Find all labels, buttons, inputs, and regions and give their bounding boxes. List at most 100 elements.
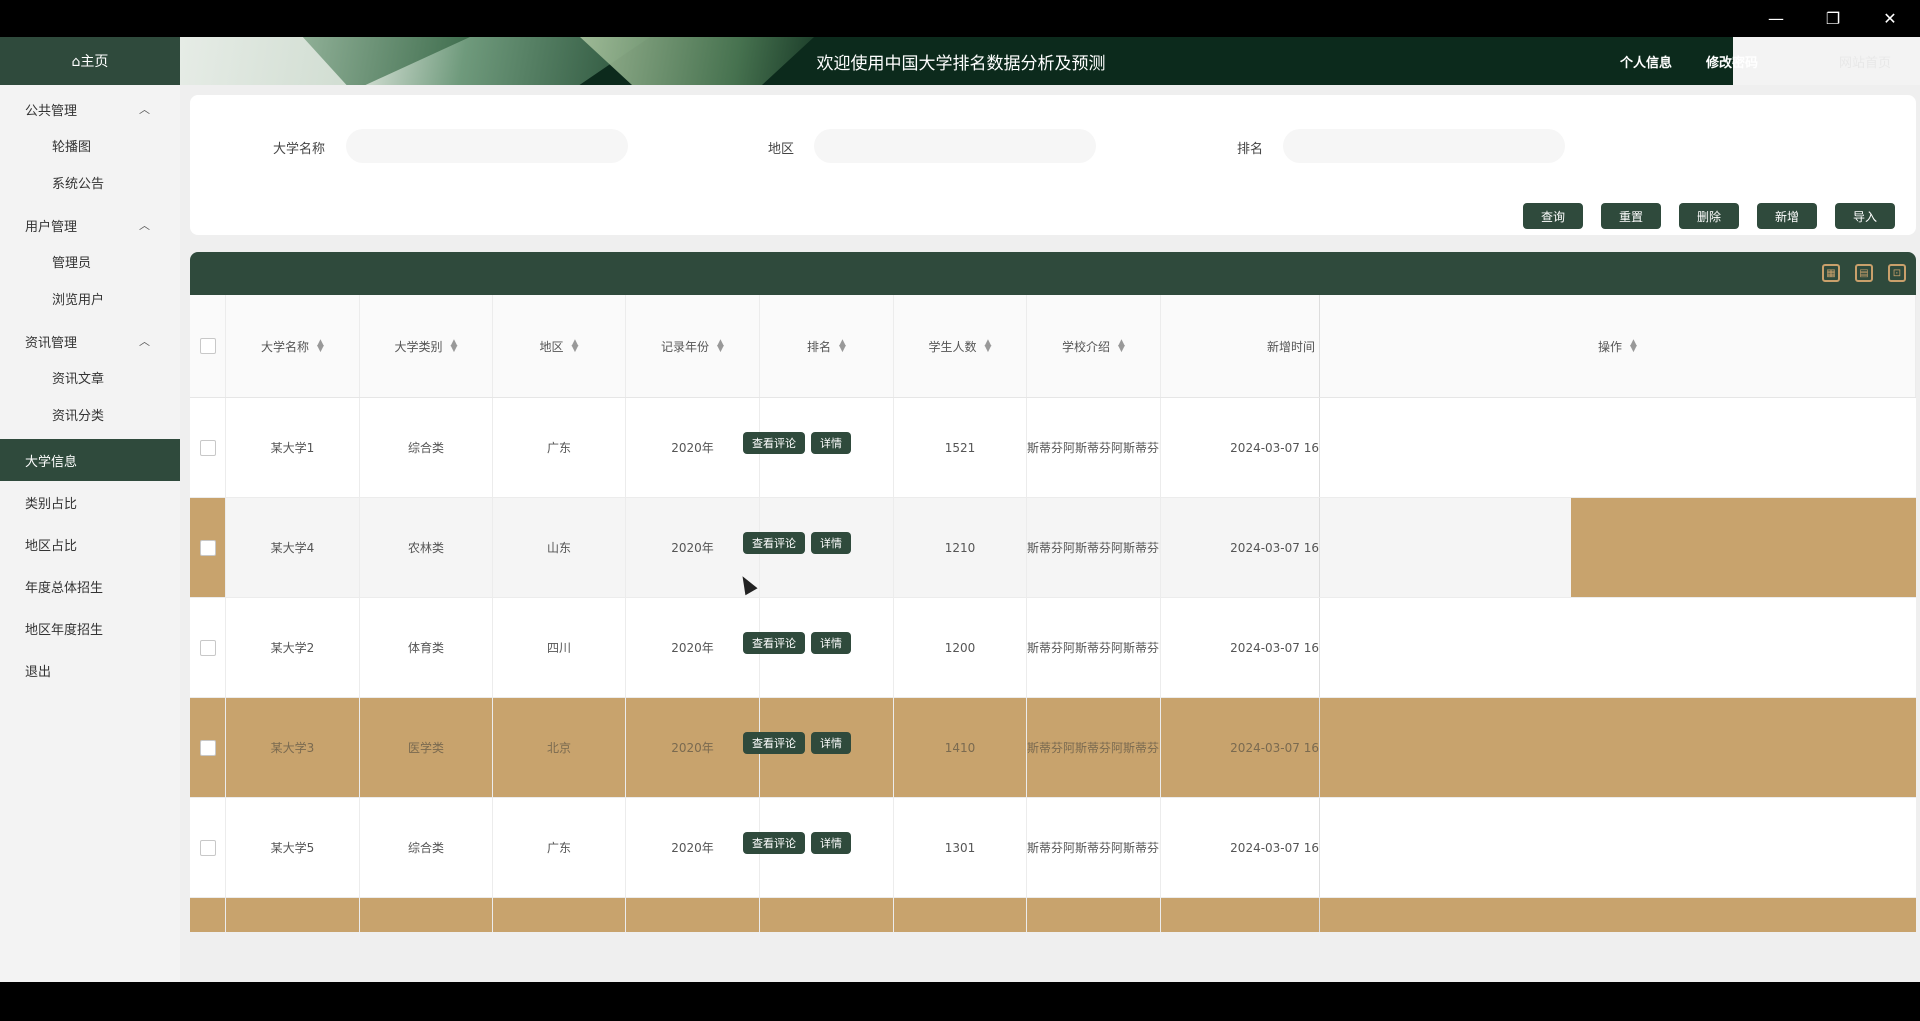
sidebar-subitem[interactable]: 浏览用户 xyxy=(0,280,180,317)
table-cell: 1210 xyxy=(894,498,1027,597)
row-checkbox[interactable] xyxy=(199,739,216,756)
region-input[interactable] xyxy=(814,129,1096,163)
view-comments-button[interactable]: 查看评论 xyxy=(743,432,805,454)
app-root: ⌂主页 公共管理 ︿ 轮播图 系统公告用户管理 ︿ 管理员 浏览用户资讯管理 ︿ 资讯文章 资讯分… xyxy=(0,37,1920,982)
row-actions xyxy=(1320,398,1916,497)
table-cell: 斯蒂芬阿斯蒂芬阿斯蒂芬阿发生的 xyxy=(1027,498,1161,597)
table-cell xyxy=(226,898,360,932)
table-cell: 四川 xyxy=(493,598,626,697)
column-header-label: 记录年份 xyxy=(661,339,710,354)
details-button[interactable]: 详情 xyxy=(811,632,851,654)
chevron-up-icon[interactable]: ︿ xyxy=(139,217,150,233)
column-header[interactable]: 大学类别 ▲ ▼ xyxy=(360,295,493,397)
row-actions xyxy=(1320,598,1916,697)
view-comments-button[interactable]: 查看评论 xyxy=(743,832,805,854)
query-button[interactable]: 查询 xyxy=(1523,203,1583,229)
column-header[interactable]: 地区 ▲ ▼ xyxy=(493,295,626,397)
sidebar-subitem[interactable]: 资讯分类 xyxy=(0,396,180,433)
sidebar-group-0[interactable]: 公共管理 ︿ xyxy=(0,91,180,127)
table-cell: 某大学5 xyxy=(226,798,360,897)
table-header: 大学名称 ▲ ▼ 大学类别 ▲ ▼ 地区 ▲ ▼ 记录年份 ▲ ▼ 排名 ▲ ▼ 学生人数 ▲ ▼ 学校介绍 ▲ ▼ 新增… xyxy=(190,295,1916,398)
row-actions xyxy=(1320,798,1916,897)
sidebar-group-label: 用户管理 xyxy=(25,219,78,235)
row-checkbox[interactable] xyxy=(199,539,216,556)
column-header[interactable]: 学生人数 ▲ ▼ xyxy=(894,295,1027,397)
table-cell xyxy=(760,898,894,932)
table-cell: 某大学4 xyxy=(226,498,360,597)
sidebar-item[interactable]: 退出 xyxy=(0,649,180,691)
university-name-input[interactable] xyxy=(346,129,628,163)
sidebar-item[interactable]: 地区年度招生 xyxy=(0,607,180,649)
table-row[interactable]: 某大学4农林类山东2020年41210斯蒂芬阿斯蒂芬阿斯蒂芬阿发生的2024-0… xyxy=(190,498,1916,598)
details-button[interactable]: 详情 xyxy=(811,532,851,554)
view-comments-button[interactable]: 查看评论 xyxy=(743,632,805,654)
print-icon[interactable]: ▤ xyxy=(1855,264,1873,282)
column-header[interactable]: 排名 ▲ ▼ xyxy=(760,295,894,397)
sidebar-subitem[interactable]: 管理员 xyxy=(0,243,180,280)
table-cell: 综合类 xyxy=(360,798,493,897)
table-row[interactable]: 某大学2体育类四川2020年21200斯蒂芬阿斯蒂芬阿斯蒂芬阿发生的2024-0… xyxy=(190,598,1916,698)
sidebar-subitem[interactable]: 系统公告 xyxy=(0,164,180,201)
details-button[interactable]: 详情 xyxy=(811,832,851,854)
sidebar-home[interactable]: ⌂主页 xyxy=(0,37,180,85)
import-button[interactable]: 导入 xyxy=(1835,203,1895,229)
row-checkbox[interactable] xyxy=(199,439,216,456)
sort-icon[interactable]: ▲ ▼ xyxy=(317,339,324,354)
minimize-icon[interactable]: — xyxy=(1748,0,1804,37)
table-row[interactable]: 某大学3医学类北京2020年31410斯蒂芬阿斯蒂芬阿斯蒂芬阿发生的2024-0… xyxy=(190,698,1916,798)
table-cell: 斯蒂芬阿斯蒂芬阿斯蒂芬阿发生的 xyxy=(1027,698,1161,797)
table-row[interactable] xyxy=(190,898,1916,932)
column-header[interactable]: 操作 ▲ ▼ xyxy=(1320,295,1916,397)
details-button[interactable]: 详情 xyxy=(811,432,851,454)
column-header[interactable]: 学校介绍 ▲ ▼ xyxy=(1027,295,1161,397)
select-all-checkbox[interactable] xyxy=(199,338,216,354)
table-toolbar: ▦ ▤ ⊡ xyxy=(190,252,1916,295)
change-password-link[interactable]: 修改密码 xyxy=(1706,37,1758,85)
sidebar-group-2[interactable]: 资讯管理 ︿ xyxy=(0,323,180,359)
rank-label: 排名 xyxy=(1237,142,1264,157)
sort-icon[interactable]: ▲ ▼ xyxy=(572,339,579,354)
row-select-cell xyxy=(190,398,226,497)
site-home-link[interactable]: 网站首页 xyxy=(1839,37,1891,85)
column-header[interactable]: 新增时间 xyxy=(1161,295,1320,397)
row-checkbox[interactable] xyxy=(199,839,216,856)
sort-icon[interactable]: ▲ ▼ xyxy=(839,339,846,354)
rank-input[interactable] xyxy=(1283,129,1565,163)
sidebar: ⌂主页 公共管理 ︿ 轮播图 系统公告用户管理 ︿ 管理员 浏览用户资讯管理 ︿ 资讯文章 资讯分… xyxy=(0,37,180,982)
export-icon[interactable]: ⊡ xyxy=(1888,264,1906,282)
sort-icon[interactable]: ▲ ▼ xyxy=(1630,339,1637,354)
sidebar-item[interactable]: 地区占比 xyxy=(0,523,180,565)
sort-icon[interactable]: ▲ ▼ xyxy=(1118,339,1125,354)
university-name-label: 大学名称 xyxy=(273,142,326,157)
window-titlebar: — ❐ ✕ xyxy=(0,0,1920,37)
add-button[interactable]: 新增 xyxy=(1757,203,1817,229)
view-comments-button[interactable]: 查看评论 xyxy=(743,532,805,554)
row-checkbox[interactable] xyxy=(199,639,216,656)
calculator-icon[interactable]: ▦ xyxy=(1822,264,1840,282)
personal-info-link[interactable]: 个人信息 xyxy=(1620,37,1672,85)
sidebar-item[interactable]: 类别占比 xyxy=(0,481,180,523)
table-cell: 广东 xyxy=(493,798,626,897)
view-comments-button[interactable]: 查看评论 xyxy=(743,732,805,754)
chevron-up-icon[interactable]: ︿ xyxy=(139,333,150,349)
sort-icon[interactable]: ▲ ▼ xyxy=(451,339,458,354)
column-header[interactable]: 记录年份 ▲ ▼ xyxy=(626,295,760,397)
sidebar-item[interactable]: 大学信息 xyxy=(0,439,180,481)
table-cell: 某大学1 xyxy=(226,398,360,497)
chevron-up-icon[interactable]: ︿ xyxy=(139,101,150,117)
close-icon[interactable]: ✕ xyxy=(1862,0,1918,37)
sidebar-subitem[interactable]: 轮播图 xyxy=(0,127,180,164)
sidebar-group-1[interactable]: 用户管理 ︿ xyxy=(0,207,180,243)
sort-icon[interactable]: ▲ ▼ xyxy=(985,339,992,354)
sidebar-item[interactable]: 年度总体招生 xyxy=(0,565,180,607)
table-row[interactable]: 某大学1综合类广东2020年11521斯蒂芬阿斯蒂芬阿斯蒂芬阿发生的2024-0… xyxy=(190,398,1916,498)
sidebar-subitem[interactable]: 资讯文章 xyxy=(0,359,180,396)
reset-button[interactable]: 重置 xyxy=(1601,203,1661,229)
table-row[interactable]: 某大学5综合类广东2020年51301斯蒂芬阿斯蒂芬阿斯蒂芬阿发生的2024-0… xyxy=(190,798,1916,898)
column-header[interactable]: 大学名称 ▲ ▼ xyxy=(226,295,360,397)
details-button[interactable]: 详情 xyxy=(811,732,851,754)
restore-icon[interactable]: ❐ xyxy=(1805,0,1861,37)
delete-button[interactable]: 删除 xyxy=(1679,203,1739,229)
sort-icon[interactable]: ▲ ▼ xyxy=(717,339,724,354)
sidebar-items: 大学信息 类别占比 地区占比 年度总体招生 地区年度招生 退出 xyxy=(0,439,180,691)
